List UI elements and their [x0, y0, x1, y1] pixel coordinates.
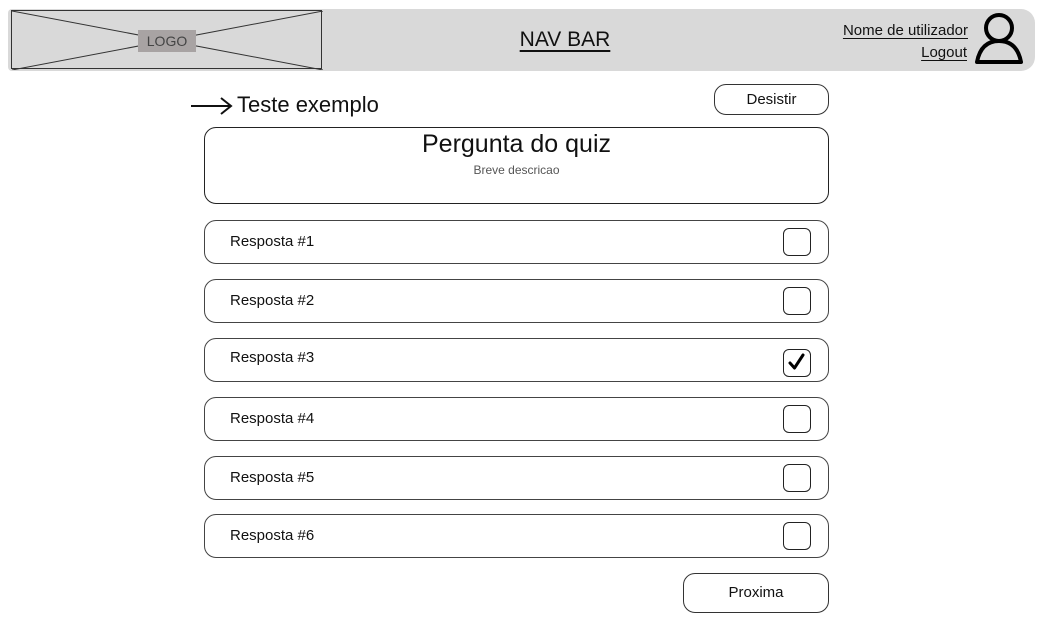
answer-option-6[interactable]: Resposta #6 — [204, 514, 829, 558]
answer-label: Resposta #6 — [230, 527, 315, 544]
answer-label: Resposta #4 — [230, 410, 315, 427]
checkmark-icon — [788, 353, 805, 370]
answer-option-5[interactable]: Resposta #5 — [204, 456, 829, 500]
answer-checkbox[interactable] — [783, 464, 811, 492]
quit-button[interactable]: Desistir — [714, 84, 829, 115]
question-description: Breve descricao — [473, 163, 560, 177]
user-avatar-icon[interactable] — [972, 13, 1026, 65]
logout-link[interactable]: Logout — [921, 44, 967, 61]
answer-checkbox[interactable] — [783, 349, 811, 377]
answer-checkbox[interactable] — [783, 405, 811, 433]
answer-option-3[interactable]: Resposta #3 — [204, 338, 829, 382]
answer-label: Resposta #2 — [230, 292, 315, 309]
answer-label: Resposta #1 — [230, 233, 315, 250]
answer-label: Resposta #5 — [230, 469, 315, 486]
user-name-link[interactable]: Nome de utilizador — [843, 22, 968, 39]
arrow-right-icon[interactable] — [190, 96, 234, 116]
next-button[interactable]: Proxima — [683, 573, 829, 613]
question-card: Pergunta do quiz Breve descricao — [204, 127, 829, 204]
quiz-page: LOGO NAV BAR Nome de utilizador Logout T… — [0, 0, 1045, 632]
answer-option-1[interactable]: Resposta #1 — [204, 220, 829, 264]
answer-checkbox[interactable] — [783, 287, 811, 315]
logo-label: LOGO — [138, 30, 196, 52]
nav-bar-title[interactable]: NAV BAR — [500, 28, 630, 52]
answer-checkbox[interactable] — [783, 228, 811, 256]
answer-option-2[interactable]: Resposta #2 — [204, 279, 829, 323]
answer-label: Resposta #3 — [230, 349, 315, 366]
question-title: Pergunta do quiz — [421, 130, 612, 158]
page-title: Teste exemplo — [237, 92, 379, 117]
answer-option-4[interactable]: Resposta #4 — [204, 397, 829, 441]
answer-checkbox[interactable] — [783, 522, 811, 550]
